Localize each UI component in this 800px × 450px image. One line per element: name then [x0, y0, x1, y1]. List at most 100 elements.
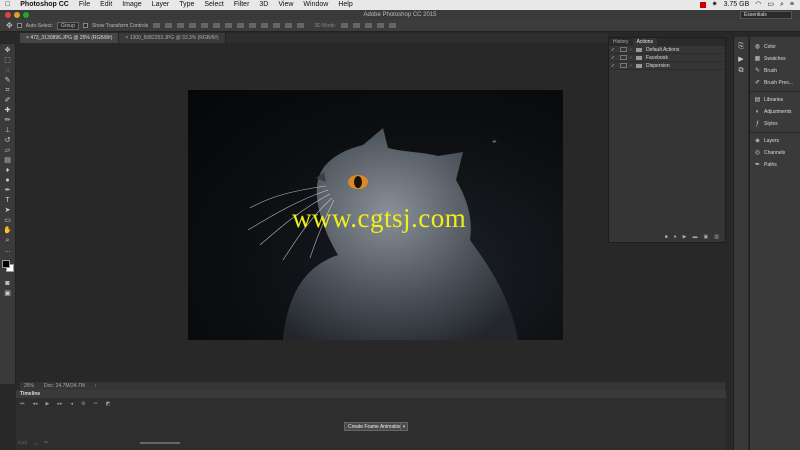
- align-icon[interactable]: [165, 23, 173, 28]
- pen-tool-icon[interactable]: ✒: [3, 186, 13, 195]
- type-tool-icon[interactable]: T: [3, 196, 13, 205]
- history-icon[interactable]: ⎘: [738, 43, 744, 51]
- menu-image[interactable]: Image: [117, 0, 146, 10]
- hand-tool-icon[interactable]: ✋: [3, 226, 13, 235]
- gradient-tool-icon[interactable]: ▤: [3, 156, 13, 165]
- eraser-tool-icon[interactable]: ▱: [3, 146, 13, 155]
- stop-icon[interactable]: ■: [665, 234, 668, 240]
- 3d-drag-icon[interactable]: [364, 23, 372, 28]
- align-icon[interactable]: [153, 23, 161, 28]
- zoom-level[interactable]: 25%: [24, 382, 34, 390]
- star-icon[interactable]: ✷: [712, 0, 718, 10]
- prev-frame-icon[interactable]: ◂◂: [33, 401, 38, 407]
- quick-mask-icon[interactable]: ◙: [3, 279, 13, 288]
- list-icon[interactable]: ≡: [790, 0, 794, 10]
- stamp-tool-icon[interactable]: ⊥: [3, 126, 13, 135]
- panel-paths[interactable]: ✒ Paths: [750, 159, 800, 171]
- 3d-slide-icon[interactable]: [376, 23, 384, 28]
- cut-icon[interactable]: ✂: [93, 401, 97, 407]
- menu-3d[interactable]: 3D: [254, 0, 273, 10]
- menu-layer[interactable]: Layer: [147, 0, 175, 10]
- record-icon[interactable]: ●: [674, 234, 677, 240]
- group-select[interactable]: Group: [56, 21, 79, 30]
- play-icon[interactable]: ▶: [683, 234, 687, 240]
- timeline-zoom-slider[interactable]: [140, 442, 180, 444]
- eyedropper-tool-icon[interactable]: ✐: [3, 96, 13, 105]
- auto-align-icon[interactable]: [297, 23, 305, 28]
- zoom-tool-icon[interactable]: ⌕: [3, 236, 13, 245]
- history-brush-icon[interactable]: ↺: [3, 136, 13, 145]
- onion-icon[interactable]: ◡: [33, 440, 37, 446]
- move-tool-icon[interactable]: ✥: [6, 20, 13, 32]
- distribute-icon[interactable]: [237, 23, 245, 28]
- blur-tool-icon[interactable]: ♦: [3, 166, 13, 175]
- menu-type[interactable]: Type: [174, 0, 199, 10]
- path-select-tool-icon[interactable]: ➤: [3, 206, 13, 215]
- status-menu-arrow[interactable]: ›: [95, 382, 97, 390]
- frames-icon[interactable]: ▭▭: [18, 440, 27, 446]
- more-tools-icon[interactable]: …: [3, 246, 13, 255]
- 3d-rotate-icon[interactable]: [340, 23, 348, 28]
- properties-icon[interactable]: ⧉: [739, 67, 744, 75]
- action-set-row[interactable]: ✓ › Default Actions: [609, 46, 725, 54]
- tab-history[interactable]: History: [609, 38, 633, 46]
- menu-help[interactable]: Help: [333, 0, 357, 10]
- align-icon[interactable]: [189, 23, 197, 28]
- stop-icon[interactable]: [699, 2, 706, 8]
- align-icon[interactable]: [177, 23, 185, 28]
- document-tab[interactable]: × 473_3130896.JPG @ 25% (RGB/8#): [20, 33, 120, 43]
- scissors-icon[interactable]: ✂: [44, 440, 48, 446]
- dodge-tool-icon[interactable]: ●: [3, 176, 13, 185]
- minimize-icon[interactable]: [14, 12, 20, 18]
- first-frame-icon[interactable]: ⏮: [20, 401, 25, 407]
- brush-tool-icon[interactable]: ✏: [3, 116, 13, 125]
- marquee-tool-icon[interactable]: ⬚: [3, 56, 13, 65]
- check-icon[interactable]: ✓: [609, 63, 617, 69]
- panel-swatches[interactable]: ▦ Swatches: [750, 53, 800, 65]
- new-set-icon[interactable]: ▬: [693, 234, 698, 240]
- panel-adjustments[interactable]: ◐ Adjustments: [750, 106, 800, 118]
- menu-select[interactable]: Select: [199, 0, 228, 10]
- search-icon[interactable]: ⌕: [780, 0, 784, 10]
- next-frame-icon[interactable]: ▸▸: [57, 401, 62, 407]
- distribute-icon[interactable]: [249, 23, 257, 28]
- quick-select-tool-icon[interactable]: ✎: [3, 76, 13, 85]
- action-set-row[interactable]: ✓ › Facebook: [609, 54, 725, 62]
- align-icon[interactable]: [213, 23, 221, 28]
- healing-tool-icon[interactable]: ✚: [3, 106, 13, 115]
- actions-play-icon[interactable]: ▶: [738, 55, 743, 63]
- dialog-toggle[interactable]: [620, 47, 627, 52]
- zoom-icon[interactable]: [23, 12, 29, 18]
- check-icon[interactable]: ✓: [609, 47, 617, 53]
- audio-icon[interactable]: ◂: [70, 401, 73, 407]
- distribute-icon[interactable]: [225, 23, 233, 28]
- action-set-row[interactable]: ✓ › Dispersion: [609, 62, 725, 70]
- menu-window[interactable]: Window: [298, 0, 333, 10]
- trash-icon[interactable]: ▥: [714, 234, 719, 240]
- panel-libraries[interactable]: ▤ Libraries: [750, 94, 800, 106]
- dialog-toggle[interactable]: [620, 55, 627, 60]
- tab-actions[interactable]: Actions: [632, 38, 657, 46]
- battery-icon[interactable]: ▭: [767, 0, 774, 10]
- panel-styles[interactable]: ƒ Styles: [750, 118, 800, 130]
- check-icon[interactable]: ✓: [609, 55, 617, 61]
- rectangle-tool-icon[interactable]: ▭: [3, 216, 13, 225]
- distribute-icon[interactable]: [261, 23, 269, 28]
- dialog-toggle[interactable]: [620, 63, 627, 68]
- document-tab[interactable]: × 1300_5082253.JPG @ 33.3% (RGB/8#): [119, 33, 226, 43]
- panel-brush-presets[interactable]: ✐ Brush Pres...: [750, 77, 800, 89]
- wifi-icon[interactable]: ◠: [755, 0, 761, 10]
- 3d-roll-icon[interactable]: [352, 23, 360, 28]
- transition-icon[interactable]: ◩: [106, 401, 111, 407]
- app-menu[interactable]: Photoshop CC: [15, 0, 74, 10]
- menu-view[interactable]: View: [273, 0, 298, 10]
- close-icon[interactable]: [5, 12, 11, 18]
- new-action-icon[interactable]: ▣: [704, 234, 709, 240]
- screen-mode-icon[interactable]: ▣: [3, 289, 13, 298]
- auto-select-checkbox[interactable]: [16, 23, 22, 28]
- transform-checkbox[interactable]: [82, 23, 88, 28]
- menu-edit[interactable]: Edit: [95, 0, 117, 10]
- animation-type-dropdown[interactable]: ▾: [400, 422, 408, 431]
- distribute-icon[interactable]: [285, 23, 293, 28]
- align-icon[interactable]: [201, 23, 209, 28]
